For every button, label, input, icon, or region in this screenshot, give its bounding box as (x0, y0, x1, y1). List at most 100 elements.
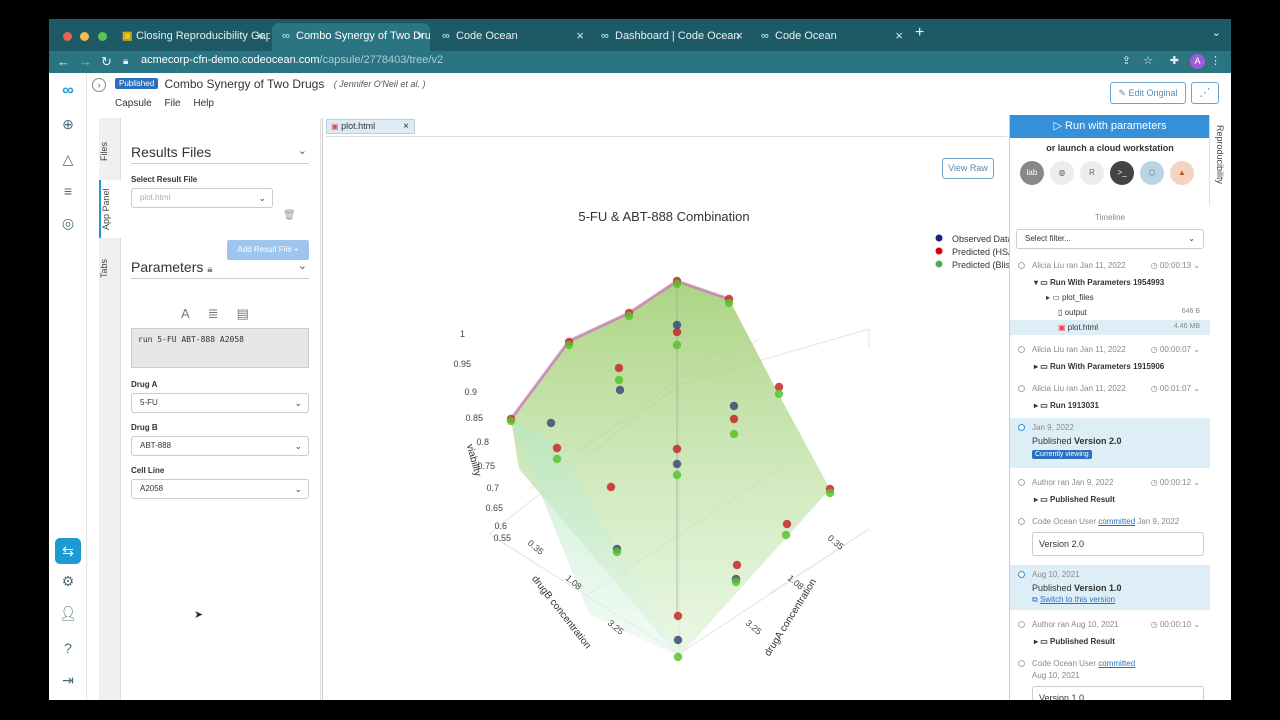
codeocean-icon: ∞ (442, 30, 450, 42)
file-tab[interactable]: ▣ plot.html × (326, 119, 415, 134)
edit-original-button[interactable]: ✎ Edit Original (1110, 82, 1186, 104)
timeline-node (1018, 346, 1025, 353)
committed-link[interactable]: committed (1098, 517, 1135, 526)
currently-viewing-badge: Currently viewing (1032, 450, 1092, 459)
codeocean-icon: ∞ (761, 30, 769, 42)
codeocean-logo-icon[interactable]: ∞ (58, 81, 78, 101)
address-bar: ← → ↻ 🔒︎ acmecorp-cfn-demo.codeocean.com… (49, 51, 1231, 73)
data-point (624, 311, 634, 321)
file-icon[interactable]: ▤ (237, 306, 267, 321)
browser-tab[interactable]: ▣ Closing Reproducibility Gaps i × (112, 23, 270, 51)
timeline-filter-select[interactable]: Select filter... ⌄ (1016, 229, 1204, 249)
browser-tab[interactable]: ∞ Code Ocean × (432, 23, 590, 51)
data-point (825, 488, 835, 498)
vscode-icon[interactable]: ⬡ (1140, 161, 1164, 185)
reload-icon[interactable]: ↻ (101, 54, 112, 70)
close-tab-icon[interactable]: × (416, 23, 424, 49)
z-tick-label: 0.8 (476, 437, 489, 447)
z-tick-label: 0.6 (494, 521, 507, 531)
switch-icon[interactable]: ⇆ (55, 538, 81, 564)
more-icon[interactable]: ⋮ (1210, 54, 1221, 67)
plot-3d-surface[interactable]: 5-FU & ABT-888 Combination 1 0.95 0.9 0.85 0… (379, 199, 1049, 700)
results-files-header[interactable]: Results Files ⌄ (131, 144, 309, 164)
url-field[interactable]: acmecorp-cfn-demo.codeocean.com/capsule/… (141, 54, 443, 66)
datasets-icon[interactable]: ≡ (58, 181, 78, 201)
logout-icon[interactable]: ⇥ (58, 670, 78, 690)
chevron-down-icon: ⌄ (1188, 234, 1195, 243)
tab-files[interactable]: Files (99, 126, 121, 176)
menu-help[interactable]: Help (193, 98, 214, 109)
result-file-select[interactable]: plot.html ⌄ (131, 188, 273, 208)
text-format-icon[interactable]: A (181, 306, 208, 321)
parameters-header[interactable]: Parameters 🔒︎ ⌄ (131, 259, 309, 279)
tab-tabs[interactable]: Tabs (99, 248, 121, 288)
help-icon[interactable]: ? (58, 638, 78, 658)
close-tab-icon[interactable]: × (576, 23, 584, 49)
tab-app-panel[interactable]: App Panel (99, 180, 121, 238)
gear-icon[interactable]: ⚙ (58, 571, 78, 591)
chevron-down-icon[interactable]: ⌄ (1212, 26, 1221, 39)
user-icon[interactable]: 👤︎ (58, 603, 78, 623)
cell-line-label: Cell Line (131, 466, 165, 475)
capsules-icon[interactable]: △ (58, 149, 78, 169)
play-icon: ▷ (1053, 120, 1062, 132)
select-result-label: Select Result File (131, 175, 198, 184)
legend-label: Observed Data (952, 234, 1013, 244)
browser-tab[interactable]: ∞ Dashboard | Code Ocean × (591, 23, 749, 51)
browser-tab[interactable]: ∞ Combo Synergy of Two Drugs × (272, 23, 430, 51)
share-button[interactable]: ⋰ (1191, 82, 1219, 104)
commit-message-box: Version 1.0 (1032, 686, 1204, 700)
timeline-node (1018, 479, 1025, 486)
close-tab-icon[interactable]: × (256, 23, 264, 49)
add-result-file-button[interactable]: Add Result File + (227, 240, 309, 260)
view-raw-button[interactable]: View Raw (942, 158, 994, 179)
drug-a-select[interactable]: 5-FU ⌄ (131, 393, 309, 413)
collapse-sidebar-button[interactable]: › (92, 78, 106, 92)
extensions-icon[interactable]: ✚ (1170, 54, 1179, 67)
code-server-icon[interactable]: ◍ (1050, 161, 1074, 185)
close-tab-icon[interactable]: × (895, 23, 903, 49)
list-icon[interactable]: ≣ (208, 306, 237, 321)
forward-icon[interactable]: → (79, 54, 92, 69)
back-icon[interactable]: ← (57, 54, 70, 69)
z-tick-label: 0.7 (486, 483, 499, 493)
menu-capsule[interactable]: Capsule (115, 98, 152, 109)
terminal-icon[interactable]: >_ (1110, 161, 1134, 185)
cell-line-select[interactable]: A2058 ⌄ (131, 479, 309, 499)
minimize-window-button[interactable] (80, 32, 90, 41)
app-panel: Results Files ⌄ Select Result File plot.h… (121, 118, 321, 700)
star-icon[interactable]: ☆ (1143, 54, 1153, 67)
y-tick-label: 3.25 (744, 618, 764, 637)
close-window-button[interactable] (63, 32, 72, 41)
jupyterlab-icon[interactable]: lab (1020, 161, 1044, 185)
browser-tab[interactable]: ∞ Code Ocean × (751, 23, 909, 51)
maximize-window-button[interactable] (97, 32, 107, 41)
data-point (606, 482, 616, 492)
add-icon[interactable]: ⊕ (58, 114, 78, 134)
y-axis-label: drugA concentration (763, 577, 819, 658)
clock-icon: ◷ (1150, 384, 1158, 393)
z-tick-label: 0.9 (464, 387, 477, 397)
close-tab-icon[interactable]: × (403, 120, 409, 133)
command-textarea[interactable]: run 5-FU ABT-888 A2058 (131, 328, 309, 368)
chevron-down-icon[interactable]: ⌄ (298, 259, 307, 272)
rstudio-icon[interactable]: R (1080, 161, 1104, 185)
avatar[interactable]: A (1190, 54, 1205, 69)
run-with-parameters-button[interactable]: ▷ Run with parameters (1010, 115, 1210, 138)
menu-file[interactable]: File (164, 98, 180, 109)
close-tab-icon[interactable]: × (735, 23, 743, 49)
trash-icon[interactable]: 🗑︎ (283, 210, 296, 221)
drug-a-label: Drug A (131, 380, 158, 389)
chevron-down-icon[interactable]: ⌄ (298, 144, 307, 157)
lightbulb-icon[interactable]: ◎ (58, 213, 78, 233)
parameter-view-icons: A≣▤ (181, 306, 267, 322)
drug-b-select[interactable]: ABT-888 ⌄ (131, 436, 309, 456)
chevron-down-icon: ⌄ (294, 484, 302, 494)
new-tab-button[interactable]: + (915, 24, 924, 42)
tab-reproducibility[interactable]: Reproducibility (1209, 115, 1231, 205)
data-point (672, 470, 682, 480)
committed-link[interactable]: committed (1098, 659, 1135, 668)
share-icon[interactable]: ⇪ (1122, 54, 1131, 67)
switch-version-link[interactable]: Switch to this version (1040, 595, 1115, 604)
matlab-icon[interactable]: ▲ (1170, 161, 1194, 185)
